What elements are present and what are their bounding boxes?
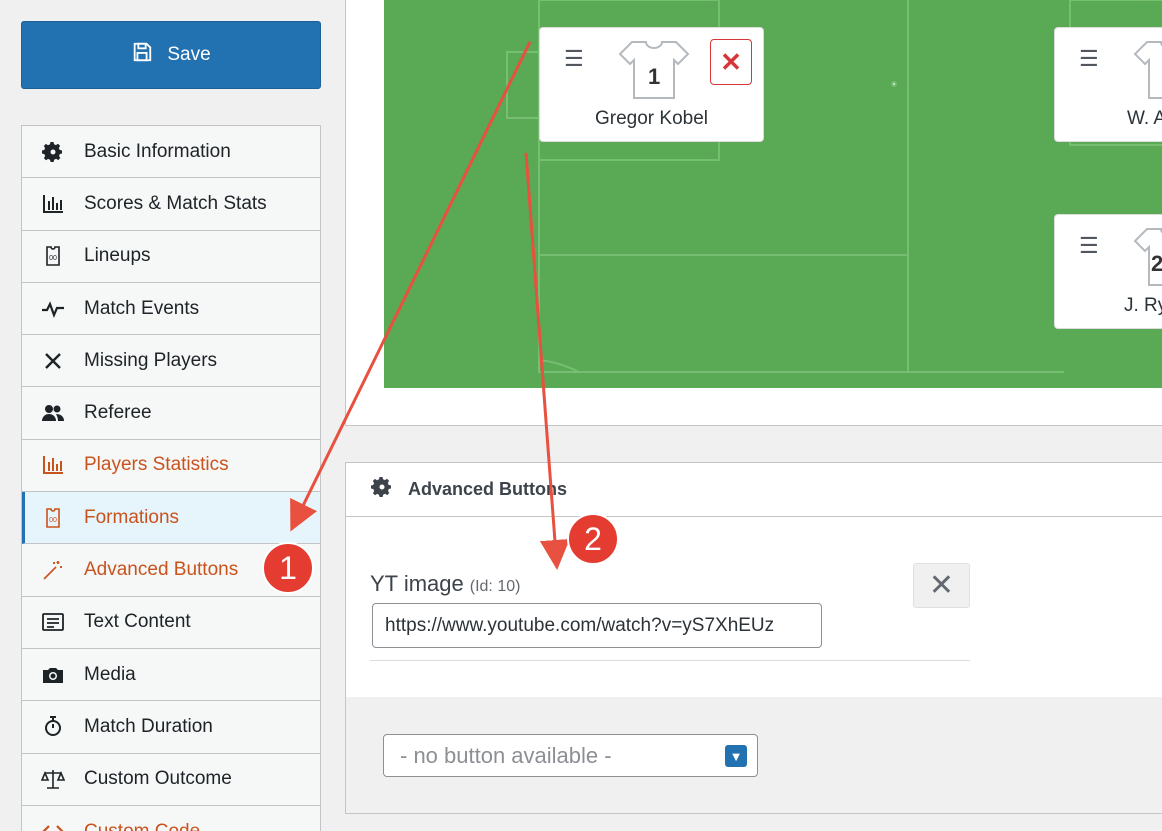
sidebar-item-media[interactable]: Media — [22, 648, 320, 702]
divider — [370, 660, 970, 661]
player-card[interactable]: ☰ W. A — [1054, 27, 1162, 142]
sidebar-item-scores[interactable]: Scores & Match Stats — [22, 178, 320, 231]
panel-header: Advanced Buttons — [346, 463, 1162, 517]
code-icon — [40, 819, 66, 831]
yt-url-input[interactable] — [372, 603, 822, 648]
sidebar-item-label: Media — [84, 663, 136, 685]
bar-chart-icon — [40, 452, 66, 478]
annotation-badge-1: 1 — [262, 542, 314, 594]
sidebar-item-players-statistics[interactable]: Players Statistics — [22, 439, 320, 493]
sidebar-item-missing-players[interactable]: Missing Players — [22, 335, 320, 388]
save-button[interactable]: Save — [21, 21, 321, 89]
sidebar-item-label: Players Statistics — [84, 454, 229, 476]
select-placeholder: - no button available - — [400, 742, 612, 768]
sidebar-item-label: Missing Players — [84, 349, 218, 371]
sidebar-item-custom-code[interactable]: Custom Code — [22, 805, 320, 831]
remove-player-button[interactable]: ✕ — [710, 39, 752, 85]
player-name: W. A — [1127, 108, 1162, 129]
button-select[interactable]: - no button available - ▼ — [383, 734, 758, 777]
magic-wand-icon — [40, 557, 66, 583]
jersey-icon: 00 — [40, 505, 66, 531]
remove-button[interactable]: ✕ — [913, 563, 970, 608]
sidebar-item-label: Text Content — [84, 611, 191, 633]
x-icon — [40, 348, 66, 374]
svg-text:00: 00 — [49, 255, 57, 262]
player-card[interactable]: ☰ 1 Gregor Kobel ✕ — [539, 27, 764, 142]
player-number: 1 — [648, 64, 661, 89]
gear-icon — [40, 139, 66, 165]
player-number: 2 — [1151, 251, 1162, 276]
scales-icon — [40, 766, 66, 792]
text-icon — [40, 609, 66, 635]
sidebar-item-label: Custom Code — [84, 820, 201, 831]
jersey-icon: 00 — [40, 243, 66, 269]
sidebar-item-lineups[interactable]: 00 Lineups — [22, 230, 320, 283]
player-name: Gregor Kobel — [595, 108, 709, 129]
player-name: J. Ry — [1124, 295, 1162, 316]
jersey-icon — [1133, 41, 1162, 99]
sidebar-item-label: Match Events — [84, 297, 200, 319]
sidebar-item-label: Basic Information — [84, 140, 231, 162]
field-label-text: YT image — [370, 571, 464, 596]
football-pitch — [384, 0, 1162, 388]
sidebar-item-label: Custom Outcome — [84, 768, 232, 790]
formation-panel: ☰ 1 Gregor Kobel ✕ ☰ W. A ☰ 2 J. Ry — [345, 0, 1162, 426]
floppy-disk-icon — [131, 41, 153, 69]
gear-icon — [370, 475, 394, 504]
save-button-label: Save — [167, 44, 211, 65]
sidebar-item-label: Lineups — [84, 245, 151, 267]
drag-handle-icon[interactable]: ☰ — [1079, 46, 1099, 72]
player-card[interactable]: ☰ 2 J. Ry — [1054, 214, 1162, 329]
chevron-down-icon: ▼ — [725, 745, 747, 767]
sidebar-item-label: Advanced Buttons — [84, 559, 239, 581]
camera-icon — [40, 662, 66, 688]
sidebar-item-text-content[interactable]: Text Content — [22, 596, 320, 649]
field-label: YT image (Id: 10) — [370, 571, 520, 597]
panel-title: Advanced Buttons — [408, 479, 568, 499]
sidebar-item-label: Formations — [84, 506, 180, 528]
field-id: (Id: 10) — [469, 578, 521, 595]
sidebar-item-referee[interactable]: Referee — [22, 387, 320, 440]
bar-chart-icon — [40, 191, 66, 217]
users-icon — [40, 400, 66, 426]
sidebar-item-label: Match Duration — [84, 715, 213, 737]
sidebar-item-formations[interactable]: 00 Formations — [22, 492, 320, 545]
sidebar-menu: Basic Information Scores & Match Stats 0… — [21, 125, 321, 831]
advanced-buttons-panel: Advanced Buttons YT image (Id: 10) ✕ - no… — [345, 462, 1162, 814]
sidebar-item-match-duration[interactable]: Match Duration — [22, 701, 320, 754]
drag-handle-icon[interactable]: ☰ — [1079, 233, 1099, 259]
stopwatch-icon — [40, 714, 66, 740]
sidebar-item-label: Referee — [84, 402, 152, 424]
sidebar-item-label: Scores & Match Stats — [84, 192, 267, 214]
drag-handle-icon[interactable]: ☰ — [564, 46, 584, 72]
svg-text:00: 00 — [49, 517, 57, 524]
sidebar-item-basic-information[interactable]: Basic Information — [22, 126, 320, 179]
pulse-icon — [40, 296, 66, 322]
sidebar-item-custom-outcome[interactable]: Custom Outcome — [22, 753, 320, 806]
annotation-badge-2: 2 — [567, 513, 619, 565]
sidebar-item-match-events[interactable]: Match Events — [22, 282, 320, 336]
